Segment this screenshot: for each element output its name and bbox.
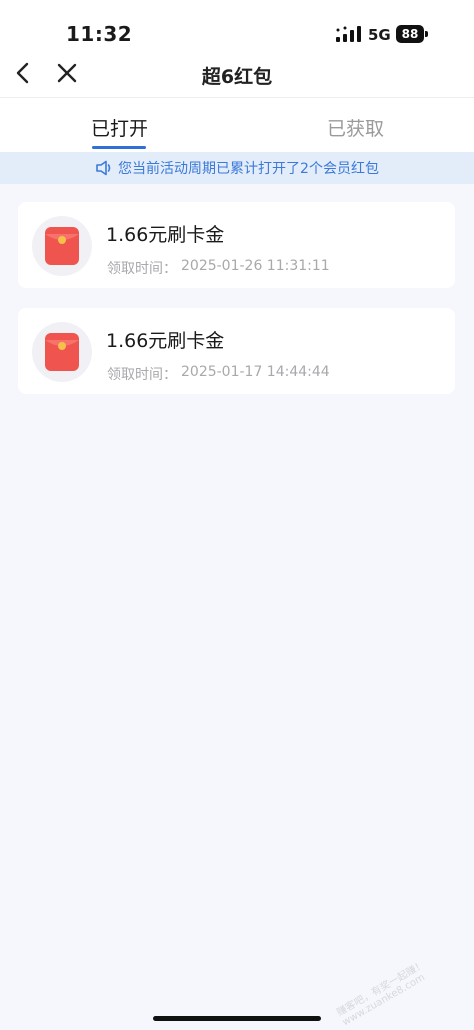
avatar [32,216,92,276]
home-indicator[interactable] [153,1016,321,1021]
avatar [32,322,92,382]
record-time-value: 2025-01-17 14:44:44 [181,364,330,380]
list-item[interactable]: 1.66元刷卡金 领取时间： 2025-01-17 14:44:44 [18,308,455,394]
record-title: 1.66元刷卡金 [106,224,225,246]
speaker-icon [96,160,111,176]
red-envelope-icon [45,333,79,371]
nav-bar: 超6红包 [0,50,474,98]
tab-bar: 已打开 已获取 [0,98,474,152]
page-title: 超6红包 [201,66,273,88]
red-envelope-icon [45,227,79,265]
battery-icon: 88 [396,25,428,43]
record-time-label: 领取时间： [107,367,177,383]
signal-icon [336,26,361,42]
status-time: 11:32 [66,22,133,46]
tab-obtained[interactable]: 已获取 [327,114,384,141]
notice-text: 您当前活动周期已累计打开了2个会员红包 [118,161,379,177]
record-title: 1.66元刷卡金 [106,330,225,352]
record-time-label: 领取时间： [107,261,177,277]
status-bar: 11:32 5G 88 [0,0,474,50]
battery-level: 88 [396,25,424,43]
active-tab-indicator [92,146,146,149]
network-label: 5G [368,26,391,44]
record-time-value: 2025-01-26 11:31:11 [181,258,330,274]
notice-bar: 您当前活动周期已累计打开了2个会员红包 [0,152,474,184]
list-item[interactable]: 1.66元刷卡金 领取时间： 2025-01-26 11:31:11 [18,202,455,288]
watermark: 赚客吧，有奖一起赚！ www.zuanke8.com [335,959,428,1029]
tab-opened[interactable]: 已打开 [91,114,148,141]
